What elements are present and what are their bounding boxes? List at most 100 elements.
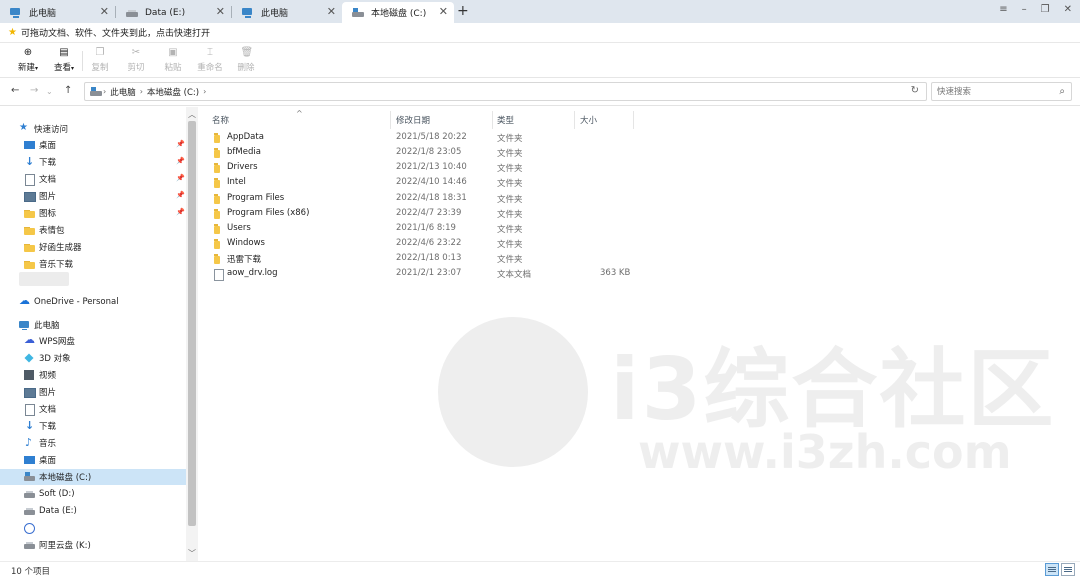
close-icon[interactable]: ✕: [216, 6, 225, 18]
search-icon[interactable]: ⌕: [1059, 86, 1065, 97]
paste-button[interactable]: ▣ 粘贴: [158, 47, 188, 73]
back-arrow-icon[interactable]: ←: [11, 85, 19, 96]
sidebar-item-music[interactable]: 音乐: [24, 435, 56, 451]
sidebar-item-3d-objects[interactable]: 3D 对象: [24, 350, 71, 366]
sidebar-item-label: 阿里云盘 (K:): [39, 541, 91, 551]
pc-icon: [242, 7, 255, 18]
table-row[interactable]: AppData 2021/5/18 20:22 文件夹: [200, 131, 660, 146]
menu-icon[interactable]: ≡: [999, 4, 1007, 15]
minimize-icon[interactable]: –: [1022, 4, 1027, 15]
table-row[interactable]: bfMedia 2022/1/8 23:05 文件夹: [200, 146, 660, 161]
cloud-icon: [24, 333, 35, 346]
up-arrow-icon[interactable]: ↑: [64, 85, 72, 96]
table-row[interactable]: Program Files (x86) 2022/4/7 23:39 文件夹: [200, 207, 660, 222]
pin-icon[interactable]: 📌: [176, 140, 185, 148]
pin-icon[interactable]: 📌: [176, 208, 185, 216]
cut-button[interactable]: ✂ 剪切: [121, 47, 151, 73]
maximize-icon[interactable]: ❐: [1041, 4, 1050, 15]
table-row[interactable]: Users 2021/1/6 8:19 文件夹: [200, 222, 660, 237]
column-header-name[interactable]: 名称 ^: [200, 109, 390, 129]
chevron-up-icon[interactable]: ︿: [188, 109, 196, 120]
table-row[interactable]: Drivers 2021/2/13 10:40 文件夹: [200, 161, 660, 176]
folder-icon: [214, 254, 222, 264]
sidebar-item-label: 桌面: [39, 141, 57, 151]
sidebar-scrollbar[interactable]: ︿ ﹀: [186, 107, 198, 561]
sidebar-item-desktop[interactable]: 桌面: [24, 137, 56, 153]
breadcrumb-this-pc[interactable]: 此电脑: [110, 86, 136, 98]
sidebar-item-soft-d[interactable]: Soft (D:): [24, 486, 75, 502]
tab-this-pc-2[interactable]: 此电脑 ✕: [232, 2, 342, 23]
sidebar-item-aliyun-k[interactable]: 阿里云盘 (K:): [24, 537, 91, 553]
pin-icon[interactable]: 📌: [176, 157, 185, 165]
view-button[interactable]: ▤ 查看▾: [49, 47, 79, 73]
breadcrumb-local-disk-c[interactable]: 本地磁盘 (C:): [147, 86, 199, 98]
sidebar-item-emoji-folder[interactable]: 表情包: [24, 222, 65, 238]
item-count: 10 个项目: [11, 567, 51, 577]
sidebar-item-documents[interactable]: 文档: [24, 171, 56, 187]
sidebar-item-data-e[interactable]: Data (E:): [24, 503, 77, 519]
sidebar-item-app-drive[interactable]: [24, 520, 39, 536]
details-view-icon[interactable]: [1045, 563, 1059, 576]
column-header-size[interactable]: 大小: [568, 111, 633, 129]
table-row[interactable]: 迅雷下载 2022/1/18 0:13 文件夹: [200, 252, 660, 267]
close-icon[interactable]: ✕: [100, 6, 109, 18]
sidebar-item-downloads[interactable]: 下载: [24, 154, 56, 170]
breadcrumb-chevron-icon[interactable]: ›: [103, 87, 106, 96]
copy-button[interactable]: ❐ 复制: [85, 47, 115, 73]
file-name: bfMedia: [227, 147, 261, 157]
breadcrumb-chevron-icon[interactable]: ›: [203, 87, 206, 96]
search-box[interactable]: ⌕: [931, 82, 1072, 101]
file-date: 2022/1/8 23:05: [396, 147, 462, 157]
file-date: 2022/4/7 23:39: [396, 208, 462, 218]
delete-button[interactable]: 🗑 删除: [231, 47, 261, 73]
refresh-icon[interactable]: ↻: [911, 85, 919, 96]
search-input[interactable]: [937, 84, 1055, 99]
sidebar-item-documents-pc[interactable]: 文档: [24, 401, 56, 417]
sidebar-item-videos[interactable]: 视频: [24, 367, 56, 383]
close-window-icon[interactable]: ✕: [1064, 4, 1072, 15]
rename-button[interactable]: ⌶ 重命名: [194, 47, 226, 73]
sidebar-item-label: 下载: [39, 422, 57, 432]
tab-data-e[interactable]: Data (E:) ✕: [116, 2, 231, 23]
sidebar-item-wps-cloud[interactable]: WPS网盘: [24, 333, 75, 349]
quick-drop-hint-bar[interactable]: ★ 可拖动文档、软件、文件夹到此，点击快速打开: [0, 23, 1080, 43]
new-button[interactable]: ⊕ 新建▾: [13, 47, 43, 73]
tab-local-disk-c[interactable]: 本地磁盘 (C:) ✕: [342, 2, 454, 23]
column-divider[interactable]: [633, 111, 634, 129]
sidebar-item-this-pc[interactable]: 此电脑: [19, 317, 60, 333]
sidebar-item-music-download-folder[interactable]: 音乐下载: [24, 256, 73, 272]
column-header-type[interactable]: 类型: [485, 111, 573, 129]
scrollbar-thumb[interactable]: [188, 121, 196, 526]
address-bar[interactable]: › 此电脑 › 本地磁盘 (C:) › ↻: [84, 82, 927, 101]
sidebar-item-pictures-pc[interactable]: 图片: [24, 384, 56, 400]
forward-arrow-icon[interactable]: →: [30, 85, 38, 96]
table-row[interactable]: Intel 2022/4/10 14:46 文件夹: [200, 176, 660, 191]
tab-this-pc-1[interactable]: 此电脑 ✕: [0, 2, 115, 23]
column-header-date[interactable]: 修改日期: [384, 111, 492, 129]
close-icon[interactable]: ✕: [439, 6, 448, 18]
breadcrumb-chevron-icon[interactable]: ›: [140, 87, 143, 96]
large-icons-view-icon[interactable]: [1061, 563, 1075, 576]
sidebar-item-generator-folder[interactable]: 好函生成器: [24, 239, 82, 255]
close-icon[interactable]: ✕: [327, 6, 336, 18]
sidebar-item-label: OneDrive - Personal: [34, 297, 119, 307]
sidebar-item-downloads-pc[interactable]: 下载: [24, 418, 56, 434]
sidebar-item-local-disk-c[interactable]: 本地磁盘 (C:): [0, 469, 186, 485]
table-row[interactable]: Program Files 2022/4/18 18:31 文件夹: [200, 192, 660, 207]
table-row[interactable]: aow_drv.log 2021/2/1 23:07 文本文档 363 KB: [200, 267, 660, 282]
sidebar-item-onedrive[interactable]: OneDrive - Personal: [19, 294, 119, 310]
pin-icon[interactable]: 📌: [176, 174, 185, 182]
sidebar-item-pictures[interactable]: 图片: [24, 188, 56, 204]
document-icon: [24, 174, 35, 186]
table-row[interactable]: Windows 2022/4/6 23:22 文件夹: [200, 237, 660, 252]
sidebar-item-quick-access[interactable]: 快速访问: [19, 121, 68, 137]
sidebar-item-icons-folder[interactable]: 图标: [24, 205, 56, 221]
system-drive-icon: [352, 7, 365, 18]
sidebar-item-desktop-pc[interactable]: 桌面: [24, 452, 56, 468]
star-icon: [19, 122, 30, 134]
history-chevron-icon[interactable]: ⌄: [46, 87, 53, 96]
pin-icon[interactable]: 📌: [176, 191, 185, 199]
new-tab-plus-icon[interactable]: +: [457, 3, 469, 19]
pc-icon: [19, 320, 30, 330]
chevron-down-icon[interactable]: ﹀: [188, 548, 196, 559]
